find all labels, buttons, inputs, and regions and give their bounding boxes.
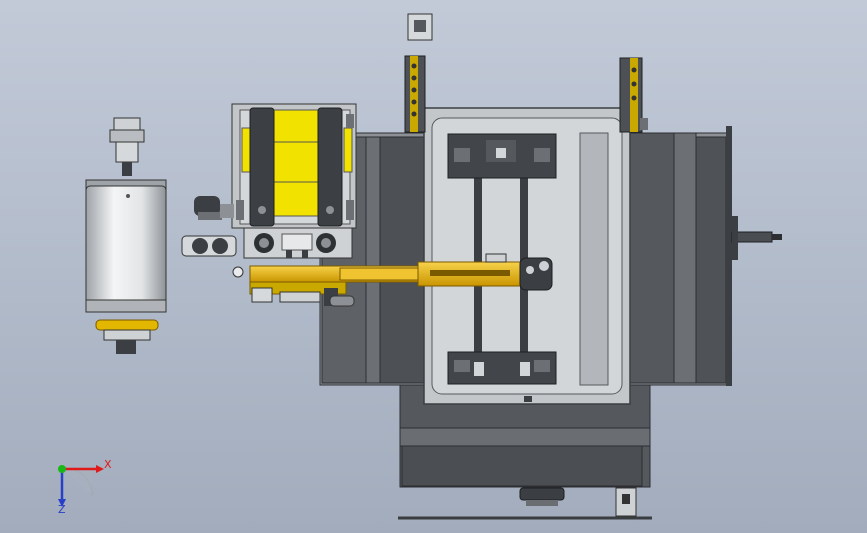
x-axis-arrowhead: [96, 465, 104, 473]
motor: [85, 117, 167, 354]
cad-viewport[interactable]: X Z: [0, 0, 867, 533]
z-axis-label: Z: [58, 503, 66, 516]
x-axis-label: X: [104, 458, 112, 471]
feeder-module: [181, 103, 357, 278]
y-axis-dot: [58, 465, 66, 473]
base-housing: [398, 384, 652, 520]
central-panel: [423, 107, 631, 405]
cad-model-drawing[interactable]: [0, 0, 867, 533]
